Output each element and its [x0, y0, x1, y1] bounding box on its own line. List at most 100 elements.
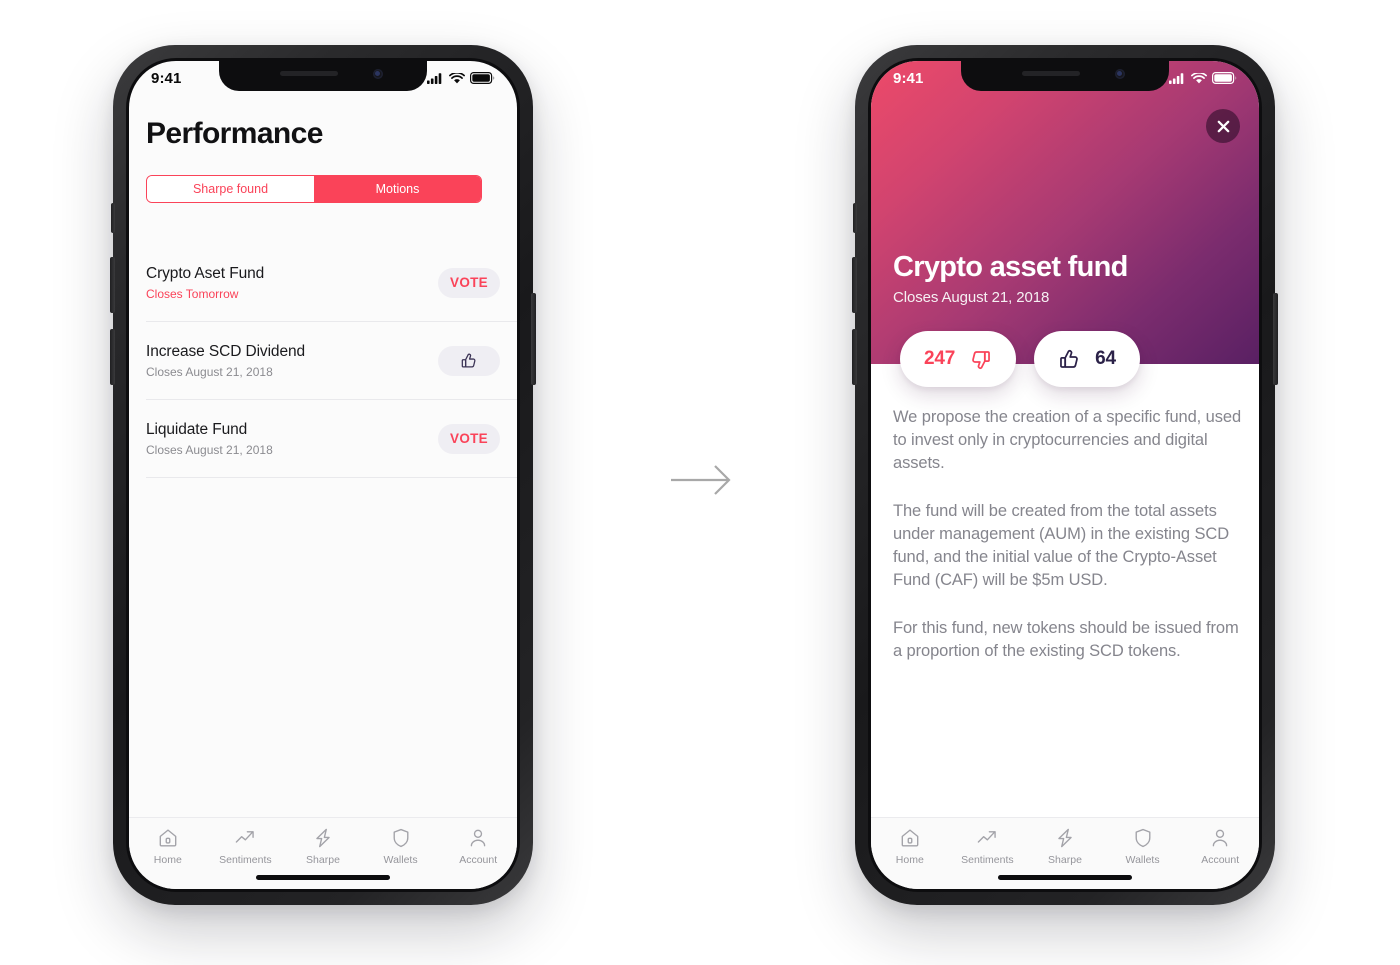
phone-mockup-performance: 9:41 Performance Sharpe found Motions Cr…: [110, 45, 536, 905]
phone-bezel: 9:41: [126, 58, 520, 892]
tab-sharpe[interactable]: Sharpe: [284, 827, 362, 866]
phone-mockup-motion-detail: 9:41 Crypto asset fund Closes August 21,…: [852, 45, 1278, 905]
tab-sharpe[interactable]: Sharpe: [1026, 827, 1104, 866]
screen-performance: 9:41 Performance Sharpe found Motions Cr…: [129, 61, 517, 889]
lightning-bolt-icon: [1058, 828, 1072, 848]
motion-detail-deadline: Closes August 21, 2018: [893, 289, 1050, 306]
notch: [219, 61, 427, 91]
home-indicator[interactable]: [256, 875, 390, 880]
shield-icon: [393, 828, 409, 848]
tab-sentiments-label: Sentiments: [219, 854, 272, 866]
wifi-icon: [1191, 72, 1207, 83]
tab-sentiments-label: Sentiments: [961, 854, 1014, 866]
thumbs-up-icon: [461, 353, 476, 367]
front-camera-icon: [373, 69, 383, 79]
battery-icon: [470, 72, 495, 84]
list-item[interactable]: Crypto Aset Fund Closes Tomorrow VOTE: [146, 244, 517, 322]
signal-icon: [1169, 72, 1184, 84]
wifi-icon: [449, 72, 465, 83]
hero-gradient-header: [871, 61, 1259, 364]
power-button[interactable]: [531, 293, 536, 385]
motion-deadline: Closes August 21, 2018: [146, 442, 273, 457]
tab-wallets-label: Wallets: [1125, 854, 1160, 866]
battery-icon: [1212, 72, 1237, 84]
signal-icon: [427, 72, 442, 84]
motion-texts: Liquidate Fund Closes August 21, 2018: [146, 421, 273, 457]
tab-wallets[interactable]: Wallets: [1104, 827, 1182, 866]
status-time: 9:41: [151, 69, 182, 87]
volume-up-button[interactable]: [110, 257, 115, 313]
status-icons: [427, 72, 495, 84]
downvote-count: 247: [924, 348, 956, 369]
motion-deadline: Closes August 21, 2018: [146, 364, 273, 379]
volume-down-button[interactable]: [852, 329, 857, 385]
vote-button-label: VOTE: [450, 431, 488, 446]
status-icons: [1169, 72, 1237, 84]
phone-bezel: 9:41: [868, 58, 1262, 892]
vote-button[interactable]: VOTE: [438, 267, 500, 298]
paragraph: We propose the creation of a specific fu…: [893, 408, 1242, 472]
right-arrow-icon: [671, 465, 731, 495]
front-camera-icon: [1115, 69, 1125, 79]
tab-sharpe-label: Sharpe: [306, 854, 340, 866]
screen-motion-detail: 9:41 Crypto asset fund Closes August 21,…: [871, 61, 1259, 889]
motion-title: Increase SCD Dividend: [146, 342, 306, 360]
tab-account-label: Account: [459, 854, 498, 866]
upvote-button[interactable]: 64: [1034, 331, 1140, 387]
power-button[interactable]: [1273, 293, 1278, 385]
tab-wallets-label: Wallets: [383, 854, 418, 866]
flow-arrow: [671, 465, 731, 495]
close-button[interactable]: [1206, 109, 1240, 143]
volume-down-button[interactable]: [110, 329, 115, 385]
tab-account-label: Account: [1201, 854, 1240, 866]
tab-sentiments[interactable]: Sentiments: [207, 827, 285, 866]
tab-wallets[interactable]: Wallets: [362, 827, 440, 866]
silent-switch[interactable]: [853, 203, 857, 233]
list-item[interactable]: Increase SCD Dividend Closes August 21, …: [146, 322, 517, 400]
segmented-control: Sharpe found Motions: [146, 175, 482, 203]
motion-detail-title: Crypto asset fund: [893, 251, 1128, 283]
home-icon: [901, 829, 919, 847]
volume-up-button[interactable]: [852, 257, 857, 313]
motion-texts: Increase SCD Dividend Closes August 21, …: [146, 343, 305, 379]
notch: [961, 61, 1169, 91]
home-indicator[interactable]: [998, 875, 1132, 880]
thumbs-up-icon: [1060, 349, 1078, 368]
motion-title: Crypto Aset Fund: [146, 264, 265, 282]
tab-home-label: Home: [895, 854, 924, 866]
trending-up-icon: [978, 831, 997, 843]
status-time: 9:41: [893, 69, 924, 87]
motions-list: Crypto Aset Fund Closes Tomorrow VOTE In…: [129, 244, 517, 478]
shield-icon: [1135, 828, 1151, 848]
tab-home[interactable]: Home: [871, 827, 949, 866]
motion-title: Liquidate Fund: [146, 420, 248, 438]
motion-texts: Crypto Aset Fund Closes Tomorrow: [146, 265, 264, 301]
motion-description: We propose the creation of a specific fu…: [893, 406, 1243, 688]
list-item[interactable]: Liquidate Fund Closes August 21, 2018 VO…: [146, 400, 517, 478]
tab-home-label: Home: [153, 854, 182, 866]
tab-account[interactable]: Account: [439, 827, 517, 866]
motion-deadline: Closes Tomorrow: [146, 286, 239, 301]
person-icon: [1212, 829, 1228, 847]
tab-sentiments[interactable]: Sentiments: [949, 827, 1027, 866]
close-icon: [1217, 120, 1229, 132]
tab-motions[interactable]: Motions: [314, 176, 481, 202]
person-icon: [470, 829, 486, 847]
vote-button-label: VOTE: [450, 275, 488, 290]
paragraph: The fund will be created from the total …: [893, 502, 1230, 589]
home-icon: [159, 829, 177, 847]
thumbs-up-button[interactable]: [438, 345, 500, 376]
trending-up-icon: [236, 831, 255, 843]
page-title: Performance: [146, 117, 323, 150]
paragraph: For this fund, new tokens should be issu…: [893, 619, 1239, 660]
silent-switch[interactable]: [111, 203, 115, 233]
upvote-count: 64: [1095, 348, 1116, 369]
tab-sharpe-found[interactable]: Sharpe found: [147, 176, 314, 202]
tab-account[interactable]: Account: [1181, 827, 1259, 866]
tab-sharpe-label: Sharpe: [1048, 854, 1082, 866]
downvote-button[interactable]: 247: [900, 331, 1017, 387]
lightning-bolt-icon: [316, 828, 330, 848]
vote-button[interactable]: VOTE: [438, 423, 500, 454]
earpiece-speaker-icon: [280, 71, 338, 76]
tab-home[interactable]: Home: [129, 827, 207, 866]
